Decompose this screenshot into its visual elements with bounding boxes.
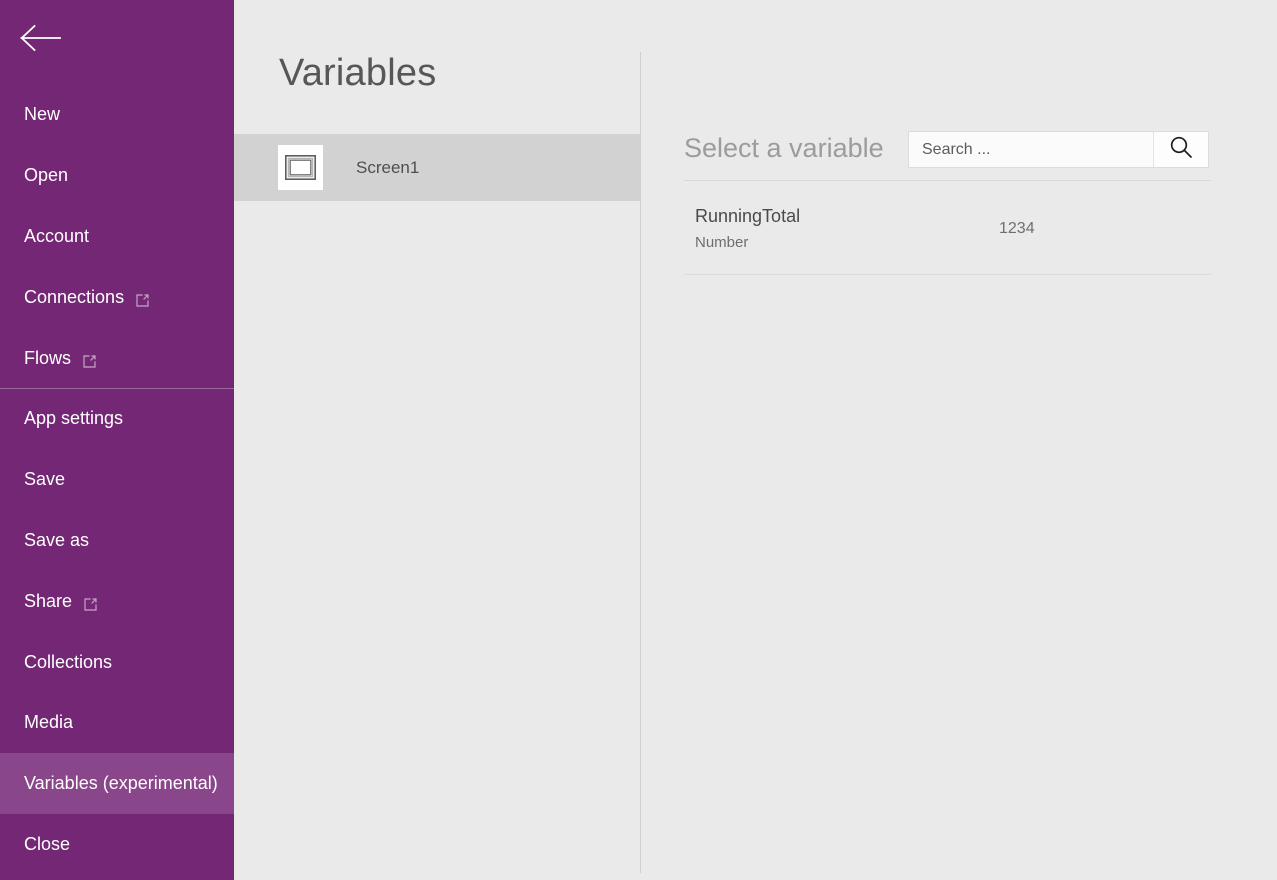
search-icon — [1168, 134, 1194, 165]
app-window: New Open Account Connections Flows App settin… — [0, 0, 1277, 880]
search-box[interactable] — [908, 131, 1209, 168]
sidebar-item-label: Save as — [24, 529, 90, 550]
sidebar-item-label: Variables (experimental) — [24, 773, 218, 794]
sidebar-item-collections[interactable]: Collections — [0, 631, 234, 692]
screen-list: Screen1 — [234, 134, 641, 201]
open-in-new-window-icon — [83, 352, 96, 368]
variable-type: Number — [695, 234, 749, 251]
sidebar-item-label: Media — [24, 712, 74, 733]
variable-value: 1234 — [999, 220, 1035, 237]
sidebar-item-media[interactable]: Media — [0, 692, 234, 753]
screen-list-item[interactable]: Screen1 — [234, 134, 641, 201]
screen-name-label: Screen1 — [356, 157, 420, 177]
sidebar-item-variables-experimental[interactable]: Variables (experimental) — [0, 752, 234, 814]
back-button[interactable] — [0, 0, 234, 76]
sidebar-item-app-settings[interactable]: App settings — [0, 387, 234, 449]
right-panel: Select a variable RunningTotal Number 1234 — [641, 0, 1277, 880]
sidebar-item-label: Collections — [24, 651, 113, 672]
header-underline — [684, 180, 1211, 181]
sidebar-item-connections[interactable]: Connections — [0, 266, 234, 327]
variable-row[interactable]: RunningTotal Number 1234 — [684, 190, 1211, 275]
sidebar-item-close[interactable]: Close — [0, 814, 234, 875]
open-in-new-window-icon — [136, 291, 149, 307]
sidebar-item-label: Account — [24, 225, 90, 246]
variable-header: Select a variable — [684, 131, 1211, 182]
select-variable-heading: Select a variable — [684, 133, 884, 163]
variable-list: RunningTotal Number 1234 — [684, 190, 1211, 275]
variable-name: RunningTotal — [695, 206, 801, 226]
sidebar-item-save-as[interactable]: Save as — [0, 510, 234, 571]
search-button[interactable] — [1153, 132, 1208, 167]
page-title: Variables — [279, 52, 437, 94]
sidebar-item-save[interactable]: Save — [0, 449, 234, 510]
sidebar-item-flows[interactable]: Flows — [0, 327, 234, 388]
screen-thumbnail-icon — [278, 145, 323, 190]
sidebar-item-label: App settings — [24, 408, 124, 429]
sidebar-item-account[interactable]: Account — [0, 206, 234, 267]
sidebar-item-label: Save — [24, 469, 66, 490]
sidebar-item-label: Share — [24, 590, 73, 611]
sidebar-item-label: Connections — [24, 286, 125, 307]
sidebar-item-label: Flows — [24, 347, 72, 368]
sidebar-item-open[interactable]: Open — [0, 145, 234, 206]
sidebar-item-label: Open — [24, 165, 69, 186]
search-input[interactable] — [909, 132, 1153, 167]
sidebar-item-label: New — [24, 104, 61, 125]
sidebar-item-share[interactable]: Share — [0, 570, 234, 631]
open-in-new-window-icon — [84, 595, 97, 611]
sidebar-item-label: Close — [24, 833, 71, 854]
sidebar-nav-list: New Open Account Connections Flows App settin… — [0, 84, 234, 874]
middle-panel: Variables Screen1 — [234, 0, 641, 880]
sidebar: New Open Account Connections Flows App settin… — [0, 0, 234, 880]
sidebar-item-new[interactable]: New — [0, 84, 234, 145]
